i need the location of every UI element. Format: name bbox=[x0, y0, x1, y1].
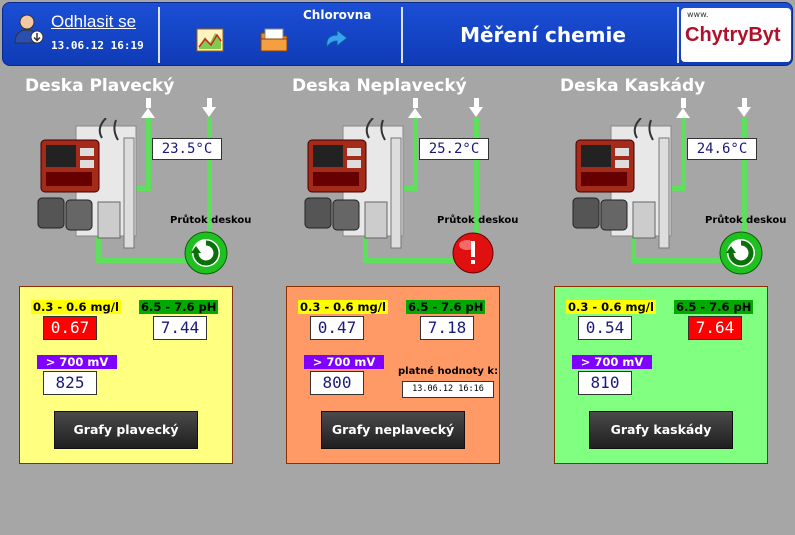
supply-pipe bbox=[363, 258, 461, 263]
header-divider bbox=[158, 7, 160, 63]
supply-pipe bbox=[631, 258, 729, 263]
flow-down-arrow bbox=[469, 107, 483, 117]
arrow-stem bbox=[207, 98, 212, 108]
redox-value: 800 bbox=[310, 371, 364, 395]
ph-value: 7.64 bbox=[688, 316, 742, 340]
ph-value: 7.44 bbox=[153, 316, 207, 340]
dosing-unit-image bbox=[572, 118, 672, 249]
flow-up-arrow bbox=[408, 108, 422, 118]
board-title: Deska Neplavecký bbox=[292, 76, 467, 96]
dosing-unit-image bbox=[304, 118, 404, 249]
arrow-stem bbox=[474, 98, 479, 108]
redox-value: 810 bbox=[578, 371, 632, 395]
ph-range-label: 6.5 - 7.6 pH bbox=[139, 300, 219, 314]
flow-up-arrow bbox=[141, 108, 155, 118]
top-bar: Odhlasit se 13.06.12 16:19 Chlorovna Měř… bbox=[2, 2, 793, 66]
logout-link[interactable]: Odhlasit se bbox=[51, 12, 136, 32]
ph-range-label: 6.5 - 7.6 pH bbox=[674, 300, 754, 314]
page-title: Měření chemie bbox=[460, 23, 626, 47]
charts-button[interactable]: Grafy kaskády bbox=[589, 411, 733, 449]
dosing-unit-image bbox=[37, 118, 137, 249]
temperature-display: 25.2°C bbox=[419, 138, 489, 160]
temperature-display: 24.6°C bbox=[687, 138, 757, 160]
flow-down-arrow bbox=[737, 107, 751, 117]
charts-button[interactable]: Grafy plavecký bbox=[54, 411, 198, 449]
board-title: Deska Kaskády bbox=[560, 76, 706, 96]
redox-range-label: > 700 mV bbox=[572, 355, 652, 369]
redox-value: 825 bbox=[43, 371, 97, 395]
board-title: Deska Plavecký bbox=[25, 76, 175, 96]
chlorine-value: 0.47 bbox=[310, 316, 364, 340]
brand-name: ChytryByt bbox=[685, 24, 781, 46]
folder-icon[interactable] bbox=[259, 25, 289, 55]
flow-alarm-icon bbox=[452, 232, 494, 274]
header-divider bbox=[677, 7, 679, 63]
chlorine-value: 0.54 bbox=[578, 316, 632, 340]
flow-ok-icon bbox=[719, 231, 763, 275]
arrow-stem bbox=[413, 98, 418, 108]
ph-value: 7.18 bbox=[420, 316, 474, 340]
valid-at-label: platné hodnoty k: bbox=[398, 366, 499, 377]
valid-at-time: 13.06.12 16:16 bbox=[402, 381, 494, 398]
nav-chlorovna-label[interactable]: Chlorovna bbox=[303, 8, 371, 22]
chlorine-range-label: 0.3 - 0.6 mg/l bbox=[298, 300, 388, 314]
header-divider bbox=[401, 7, 403, 63]
flow-label: Průtok deskou bbox=[705, 215, 787, 226]
chlorine-value: 0.67 bbox=[43, 316, 97, 340]
arrow-stem bbox=[681, 98, 686, 108]
arrow-stem bbox=[146, 98, 151, 108]
brand-logo: www. ChytryByt bbox=[681, 8, 791, 62]
ph-range-label: 6.5 - 7.6 pH bbox=[406, 300, 486, 314]
redox-range-label: > 700 mV bbox=[304, 355, 384, 369]
chlorine-range-label: 0.3 - 0.6 mg/l bbox=[31, 300, 121, 314]
current-datetime: 13.06.12 16:19 bbox=[51, 39, 144, 52]
refresh-icon[interactable] bbox=[321, 27, 351, 57]
brand-www: www. bbox=[687, 10, 709, 19]
redox-range-label: > 700 mV bbox=[37, 355, 117, 369]
supply-pipe bbox=[96, 258, 194, 263]
chlorine-range-label: 0.3 - 0.6 mg/l bbox=[566, 300, 656, 314]
temperature-display: 23.5°C bbox=[152, 138, 222, 160]
chart-icon[interactable] bbox=[195, 25, 225, 55]
flow-label: Průtok deskou bbox=[170, 215, 252, 226]
arrow-stem bbox=[742, 98, 747, 108]
flow-up-arrow bbox=[676, 108, 690, 118]
flow-down-arrow bbox=[202, 107, 216, 117]
user-icon[interactable] bbox=[13, 13, 45, 45]
flow-label: Průtok deskou bbox=[437, 215, 519, 226]
charts-button[interactable]: Grafy neplavecký bbox=[321, 411, 465, 449]
flow-ok-icon bbox=[184, 231, 228, 275]
